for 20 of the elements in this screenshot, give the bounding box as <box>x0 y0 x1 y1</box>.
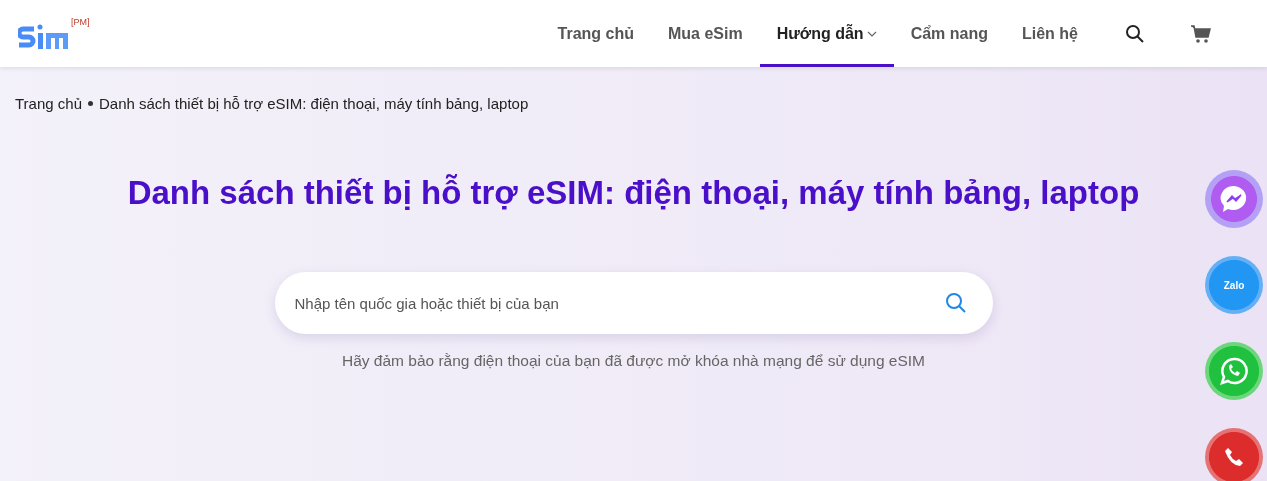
nav-link[interactable]: Mua eSim <box>651 0 760 67</box>
page-title: Danh sách thiết bị hỗ trợ eSIM: điện thoại, máy tính bảng, laptop <box>127 174 1140 212</box>
nav-link[interactable]: Trang chủ <box>540 0 651 67</box>
hint-text: Hãy đảm bảo rằng điện thoại của bạn đã được mở khóa nhà mạng để sử dụng eSIM <box>341 352 926 370</box>
messenger-icon <box>1219 184 1249 214</box>
logo-text: [PM] <box>71 16 90 27</box>
nav-link[interactable]: Hướng dẫn <box>759 0 894 67</box>
phone-icon <box>1223 446 1245 468</box>
nav-link[interactable]: Cẩm nang <box>893 0 1005 67</box>
whatsapp-button[interactable] <box>1205 342 1263 400</box>
breadcrumb-separator-icon <box>88 101 93 106</box>
whatsapp-icon <box>1219 356 1249 386</box>
phone-button[interactable] <box>1205 428 1263 481</box>
cart-icon[interactable] <box>1190 23 1212 44</box>
search-icon[interactable] <box>1125 23 1145 44</box>
logo-icon <box>18 22 70 51</box>
nav-link[interactable]: Liên hệ <box>1005 0 1095 67</box>
search-field[interactable]: Nhập tên quốc gia hoặc thiết bị của bạn <box>274 272 993 334</box>
breadcrumb-link[interactable]: Danh sách thiết bị hỗ trợ eSIM: điện thoại, máy tính bảng, laptop <box>99 95 529 112</box>
breadcrumb-link[interactable]: Trang chủ <box>15 95 82 112</box>
